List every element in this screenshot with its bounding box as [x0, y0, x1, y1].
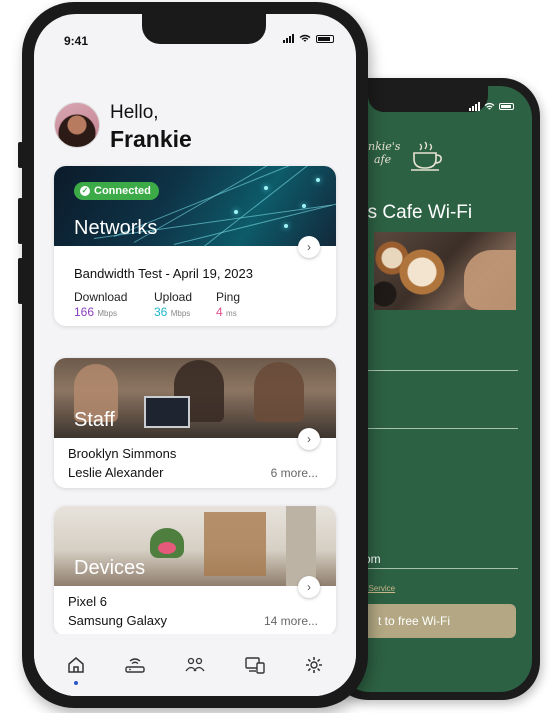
chevron-right-icon[interactable]: ›: [298, 428, 320, 450]
check-icon: ✓: [80, 186, 90, 196]
devices-title: Devices: [74, 557, 146, 579]
connected-badge-label: Connected: [94, 185, 151, 197]
cafe-wifi-title: 's Cafe Wi-Fi: [364, 202, 473, 223]
networks-hero-image: ✓ Connected Networks: [54, 166, 336, 247]
device-2: Samsung Galaxy: [68, 613, 167, 628]
ping-label: Ping: [216, 290, 241, 304]
chevron-right-icon[interactable]: ›: [298, 576, 320, 598]
upload-label: Upload: [154, 290, 193, 304]
cafe-logo-text: nkie's afe: [368, 140, 400, 166]
app-screen: 9:41 Hello, Frankie ✓ Connected Networks…: [34, 14, 356, 696]
upload-metric: Upload 36 Mbps: [154, 290, 192, 319]
tab-devices[interactable]: [241, 651, 269, 679]
download-metric: Download 166 Mbps: [74, 290, 127, 319]
cafe-logo-line1: nkie's: [368, 140, 401, 153]
cafe-logo-line2: afe: [374, 153, 392, 166]
download-unit: Mbps: [97, 309, 117, 318]
networks-card[interactable]: ✓ Connected Networks › Bandwidth Test - …: [54, 166, 336, 326]
cafe-status-icons: [469, 102, 514, 111]
battery-icon: [499, 103, 514, 110]
device-1: Pixel 6: [68, 594, 108, 609]
volume-up-button: [18, 198, 23, 244]
coffee-photo: [374, 232, 516, 310]
tab-home[interactable]: [62, 651, 90, 685]
connected-badge: ✓ Connected: [74, 182, 159, 200]
wifi-icon: [484, 102, 495, 110]
volume-down-button: [18, 258, 23, 304]
staff-more[interactable]: 6 more...: [271, 466, 318, 480]
cafe-input-line-1[interactable]: [368, 370, 518, 371]
devices-icon: [244, 657, 265, 674]
ping-metric: Ping 4 ms: [216, 290, 240, 319]
staff-title: Staff: [74, 409, 115, 431]
tab-bar: [34, 634, 356, 696]
ping-value: 4: [216, 305, 223, 319]
hand-image: [464, 250, 516, 310]
staff-member-1: Brooklyn Simmons: [68, 446, 177, 461]
connect-free-wifi-button[interactable]: t to free Wi-Fi: [360, 604, 516, 638]
settings-icon: [306, 657, 323, 673]
router-icon: [125, 658, 146, 673]
greeting-hello: Hello,: [110, 102, 159, 123]
wifi-icon: [299, 34, 311, 42]
home-icon: [68, 657, 84, 673]
cafe-input-line-2[interactable]: [368, 428, 518, 429]
status-icons: [283, 34, 334, 43]
notch: [142, 14, 266, 44]
terms-of-service-link[interactable]: f Service: [364, 584, 395, 593]
download-label: Download: [74, 290, 128, 304]
coffee-cup-icon: [411, 141, 442, 171]
signal-icon: [283, 34, 294, 43]
user-name: Frankie: [110, 126, 192, 152]
devices-hero-image: Devices: [54, 506, 336, 586]
main-phone: 9:41 Hello, Frankie ✓ Connected Networks…: [18, 2, 368, 708]
mute-switch: [18, 142, 23, 168]
tab-settings[interactable]: [300, 651, 328, 679]
bandwidth-test-title: Bandwidth Test - April 19, 2023: [74, 266, 253, 281]
staff-hero-image: Staff: [54, 358, 336, 438]
battery-icon: [316, 34, 334, 43]
active-tab-indicator: [73, 681, 78, 685]
upload-unit: Mbps: [170, 309, 191, 318]
ping-unit: ms: [226, 309, 237, 318]
upload-value: 36: [154, 305, 168, 319]
devices-card[interactable]: Devices › Pixel 6 Samsung Galaxy 14 more…: [54, 506, 336, 636]
devices-more[interactable]: 14 more...: [264, 614, 318, 628]
chevron-right-icon[interactable]: ›: [298, 236, 320, 258]
tab-staff[interactable]: [181, 651, 209, 679]
cafe-input-line-3: [368, 568, 518, 569]
people-icon: [185, 657, 205, 672]
networks-title: Networks: [74, 217, 158, 239]
staff-card[interactable]: Staff › Brooklyn Simmons Leslie Alexande…: [54, 358, 336, 488]
status-time: 9:41: [64, 34, 89, 48]
signal-icon: [469, 102, 480, 111]
tab-network[interactable]: [121, 651, 149, 679]
download-value: 166: [74, 305, 95, 319]
staff-member-2: Leslie Alexander: [68, 465, 164, 480]
avatar[interactable]: [54, 102, 100, 148]
